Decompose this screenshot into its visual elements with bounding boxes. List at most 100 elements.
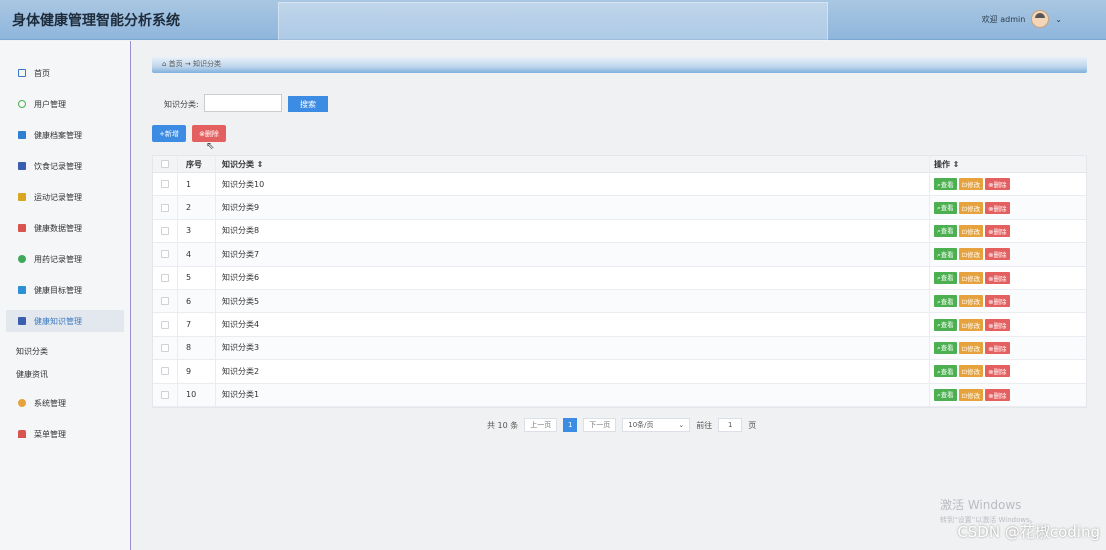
sidebar-item-8[interactable]: 健康目标管理 — [0, 279, 128, 301]
edit-button[interactable]: ⊡修改 — [958, 178, 984, 191]
table-row[interactable]: 9 知识分类2 ⌕查看 ⊡修改 ⊗删除 — [153, 360, 1086, 384]
chevron-down-icon[interactable]: ⌄ — [1055, 15, 1062, 24]
folder-icon — [18, 131, 26, 139]
row-checkbox[interactable] — [161, 180, 169, 189]
edit-button[interactable]: ⊡修改 — [958, 201, 984, 214]
select-all-checkbox[interactable] — [161, 160, 169, 168]
view-button[interactable]: ⌕查看 — [934, 201, 957, 214]
row-delete-button[interactable]: ⊗删除 — [985, 365, 1010, 378]
edit-button[interactable]: ⊡修改 — [958, 318, 984, 331]
row-delete-button[interactable]: ⊗删除 — [985, 318, 1010, 331]
sidebar-subitem-2[interactable]: 健康资讯 — [16, 369, 48, 380]
user-menu[interactable]: 欢迎 admin ⌄ — [982, 10, 1062, 28]
table-row[interactable]: 10 知识分类1 ⌕查看 ⊡修改 ⊗删除 — [153, 383, 1086, 407]
add-button[interactable]: +新增 — [152, 125, 186, 142]
sidebar-item-5[interactable]: 运动记录管理 — [0, 186, 128, 208]
row-name: 知识分类5 — [215, 289, 929, 313]
prev-page-button[interactable]: 上一页 — [524, 418, 558, 432]
user-icon — [18, 100, 26, 108]
row-delete-button[interactable]: ⊗删除 — [985, 341, 1010, 354]
view-button[interactable]: ⌕查看 — [934, 388, 957, 401]
search-button[interactable]: 搜索 — [288, 96, 328, 112]
row-delete-button[interactable]: ⊗删除 — [985, 271, 1010, 284]
view-button[interactable]: ⌕查看 — [934, 178, 957, 191]
sidebar: 首页用户管理健康档案管理 饮食记录管理运动记录管理健康数据管理用药记录管理 健康目标… — [0, 41, 131, 550]
view-button[interactable]: ⌕查看 — [934, 341, 957, 354]
edit-button[interactable]: ⊡修改 — [958, 341, 984, 354]
row-no: 2 — [177, 196, 215, 219]
sidebar-item-10[interactable]: 系统管理 — [0, 392, 128, 414]
row-delete-button[interactable]: ⊗删除 — [985, 201, 1010, 214]
goto-label: 前往 — [696, 420, 713, 430]
breadcrumb[interactable]: ⌂ 首页 → 知识分类 — [162, 59, 221, 69]
row-checkbox[interactable] — [161, 367, 169, 376]
row-checkbox[interactable] — [161, 226, 169, 235]
sidebar-item-1[interactable]: 首页 — [0, 62, 128, 84]
table-row[interactable]: 2 知识分类9 ⌕查看 ⊡修改 ⊗删除 — [153, 196, 1086, 220]
sidebar-item-7[interactable]: 用药记录管理 — [0, 248, 128, 270]
edit-button[interactable]: ⊡修改 — [958, 388, 984, 401]
sidebar-item-label: 健康目标管理 — [34, 285, 82, 295]
table-row[interactable]: 4 知识分类7 ⌕查看 ⊡修改 ⊗删除 — [153, 243, 1086, 267]
edit-button[interactable]: ⊡修改 — [958, 224, 984, 237]
book-icon — [18, 317, 26, 325]
table-row[interactable]: 3 知识分类8 ⌕查看 ⊡修改 ⊗删除 — [153, 219, 1086, 244]
sidebar-item-2[interactable]: 用户管理 — [0, 93, 128, 115]
row-delete-button[interactable]: ⊗删除 — [985, 224, 1010, 237]
home-icon — [18, 69, 26, 77]
table-row[interactable]: 6 知识分类5 ⌕查看 ⊡修改 ⊗删除 — [153, 289, 1086, 314]
sidebar-item-9[interactable]: 健康知识管理 — [6, 310, 124, 332]
food-icon — [18, 162, 26, 170]
edit-button[interactable]: ⊡修改 — [958, 271, 984, 284]
row-checkbox[interactable] — [161, 250, 169, 259]
table-row[interactable]: 1 知识分类10 ⌕查看 ⊡修改 ⊗删除 — [153, 173, 1086, 197]
sidebar-item-label: 运动记录管理 — [34, 192, 82, 202]
row-delete-button[interactable]: ⊗删除 — [985, 388, 1010, 401]
header-name[interactable]: 知识分类 ⇕ — [215, 156, 929, 172]
row-checkbox[interactable] — [161, 203, 169, 212]
row-no: 1 — [177, 173, 215, 196]
view-button[interactable]: ⌕查看 — [934, 248, 957, 261]
sidebar-item-label: 用户管理 — [34, 99, 66, 109]
table-row[interactable]: 5 知识分类6 ⌕查看 ⊡修改 ⊗删除 — [153, 266, 1086, 290]
view-button[interactable]: ⌕查看 — [934, 224, 957, 237]
sidebar-item-3[interactable]: 健康档案管理 — [0, 124, 128, 146]
delete-button[interactable]: ⊗删除 — [192, 125, 226, 142]
table-header: 序号 知识分类 ⇕ 操作 ⇕ — [153, 156, 1086, 173]
edit-button[interactable]: ⊡修改 — [958, 248, 984, 261]
avatar[interactable] — [1031, 10, 1050, 28]
next-page-button[interactable]: 下一页 — [583, 418, 617, 432]
goto-page-input[interactable]: 1 — [718, 418, 743, 432]
view-button[interactable]: ⌕查看 — [934, 295, 957, 308]
sidebar-item-4[interactable]: 饮食记录管理 — [0, 155, 128, 177]
row-delete-button[interactable]: ⊗删除 — [985, 295, 1010, 308]
row-checkbox[interactable] — [161, 273, 169, 282]
row-checkbox[interactable] — [161, 320, 169, 329]
sidebar-subitem-1[interactable]: 知识分类 — [16, 346, 48, 357]
sidebar-item-label: 用药记录管理 — [34, 254, 82, 264]
page-size-select[interactable]: 10条/页 ⌄ — [622, 418, 691, 432]
view-button[interactable]: ⌕查看 — [934, 365, 957, 378]
sidebar-item-11[interactable]: 菜单管理 — [0, 423, 128, 445]
sidebar-item-6[interactable]: 健康数据管理 — [0, 217, 128, 239]
view-button[interactable]: ⌕查看 — [934, 318, 957, 331]
row-delete-button[interactable]: ⊗删除 — [985, 248, 1010, 261]
edit-button[interactable]: ⊡修改 — [958, 295, 984, 308]
row-name: 知识分类3 — [215, 336, 929, 360]
welcome-text: 欢迎 admin — [981, 14, 1026, 24]
table-row[interactable]: 8 知识分类3 ⌕查看 ⊡修改 ⊗删除 — [153, 336, 1086, 361]
row-checkbox[interactable] — [161, 297, 169, 306]
row-checkbox[interactable] — [161, 390, 169, 399]
sidebar-item-label: 菜单管理 — [34, 429, 66, 439]
edit-button[interactable]: ⊡修改 — [958, 365, 984, 378]
current-page[interactable]: 1 — [563, 418, 578, 432]
search-input[interactable] — [204, 94, 282, 112]
row-delete-button[interactable]: ⊗删除 — [985, 178, 1010, 191]
header-ops[interactable]: 操作 ⇕ — [929, 156, 1086, 172]
table-row[interactable]: 7 知识分类4 ⌕查看 ⊡修改 ⊗删除 — [153, 313, 1086, 337]
row-checkbox[interactable] — [161, 343, 169, 352]
watermark: CSDN @花椒coding — [957, 523, 1100, 541]
row-ops: ⌕查看 ⊡修改 ⊗删除 — [929, 360, 1086, 383]
sidebar-item-label: 系统管理 — [34, 398, 66, 408]
view-button[interactable]: ⌕查看 — [934, 271, 957, 284]
